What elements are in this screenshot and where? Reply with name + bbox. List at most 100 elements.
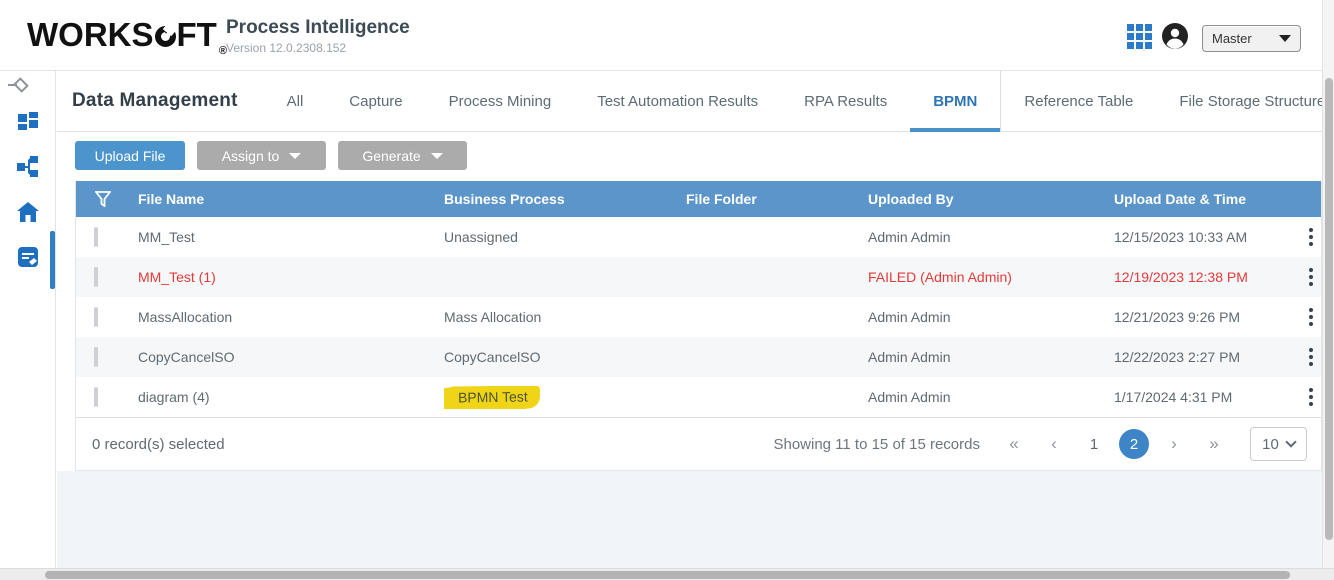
table-row[interactable]: MM_Test Unassigned Admin Admin 12/15/202… (76, 217, 1321, 257)
logo-o-swoosh-icon (155, 26, 176, 47)
tab-reference-table[interactable]: Reference Table (1001, 71, 1156, 131)
col-header-upload-date[interactable]: Upload Date & Time (1114, 191, 1300, 207)
chevron-down-icon (1285, 436, 1296, 447)
main-content: Data Management All Capture Process Mini… (57, 71, 1322, 568)
sidebar-item-process-flow[interactable] (17, 156, 39, 178)
cell-uploaded-by: Admin Admin (868, 229, 1114, 245)
col-header-uploaded-by[interactable]: Uploaded By (868, 191, 1114, 207)
worksoft-logo: WORKSFT® (27, 16, 227, 57)
row-checkbox[interactable] (94, 307, 98, 327)
page-size-value: 10 (1262, 436, 1279, 453)
tab-process-mining[interactable]: Process Mining (426, 71, 575, 131)
app-title: Process Intelligence (226, 17, 410, 39)
files-table: File Name Business Process File Folder U… (75, 181, 1322, 471)
cell-uploaded-by: Admin Admin (868, 349, 1114, 365)
cell-file-name: MassAllocation (138, 309, 444, 325)
cell-business-process: Unassigned (444, 229, 518, 245)
cell-business-process: Mass Allocation (444, 309, 541, 325)
kebab-menu-icon[interactable] (1303, 264, 1319, 290)
sidebar-active-indicator (50, 231, 55, 289)
tab-all[interactable]: All (264, 71, 327, 131)
cell-uploaded-by: Admin Admin (868, 389, 1114, 405)
apps-grid-icon[interactable] (1127, 24, 1152, 49)
cell-file-name: MM_Test (138, 229, 444, 245)
assign-to-button[interactable]: Assign to (197, 141, 326, 170)
tab-label: File Storage Structure (1179, 93, 1325, 110)
cell-file-name: diagram (4) (138, 389, 444, 405)
selected-count-text: 0 record(s) selected (92, 436, 225, 453)
kebab-menu-icon[interactable] (1303, 224, 1319, 250)
vertical-scrollbar[interactable] (1322, 0, 1334, 568)
kebab-menu-icon[interactable] (1303, 344, 1319, 370)
generate-button[interactable]: Generate (338, 141, 467, 170)
sidebar-item-home[interactable] (17, 201, 39, 223)
page-title: Data Management (72, 90, 238, 112)
tab-label: Test Automation Results (597, 93, 758, 110)
tenant-dropdown[interactable]: Master (1202, 25, 1301, 52)
tab-label: RPA Results (804, 93, 887, 110)
tab-rpa-results[interactable]: RPA Results (781, 71, 910, 131)
cell-business-process-highlighted: BPMN Test (444, 386, 540, 409)
cell-file-name: MM_Test (1) (138, 269, 444, 285)
vertical-scrollbar-thumb[interactable] (1325, 78, 1333, 540)
app-title-block: Process Intelligence Version 12.0.2308.1… (226, 17, 410, 55)
tab-file-storage-structure[interactable]: File Storage Structure (1156, 71, 1334, 131)
page-background-lower (57, 471, 1322, 568)
tenant-dropdown-value: Master (1212, 31, 1279, 46)
dropdown-caret-icon (1279, 35, 1291, 42)
kebab-menu-icon[interactable] (1303, 384, 1319, 410)
cell-uploaded-by: Admin Admin (868, 309, 1114, 325)
tab-label: Capture (349, 93, 402, 110)
horizontal-scrollbar-thumb[interactable] (45, 571, 1290, 579)
row-checkbox[interactable] (94, 227, 98, 247)
tab-test-automation-results[interactable]: Test Automation Results (574, 71, 781, 131)
caret-down-icon (431, 153, 443, 159)
page-1-button[interactable]: 1 (1074, 436, 1114, 453)
row-checkbox[interactable] (94, 267, 98, 287)
filter-funnel-icon[interactable] (76, 191, 138, 207)
cell-upload-date: 12/19/2023 12:38 PM (1114, 269, 1300, 285)
row-checkbox[interactable] (94, 347, 98, 367)
cell-business-process: CopyCancelSO (444, 349, 541, 365)
col-header-business-process[interactable]: Business Process (444, 191, 686, 207)
table-row[interactable]: CopyCancelSO CopyCancelSO Admin Admin 12… (76, 337, 1321, 377)
sidebar-item-dashboard[interactable] (17, 111, 39, 133)
cell-uploaded-by: FAILED (Admin Admin) (868, 269, 1114, 285)
tab-bpmn[interactable]: BPMN (910, 71, 1001, 131)
tab-list: All Capture Process Mining Test Automati… (264, 71, 1334, 131)
app-header: WORKSFT® Process Intelligence Version 12… (0, 0, 1334, 71)
app-version: Version 12.0.2308.152 (226, 41, 410, 55)
last-page-button[interactable]: » (1194, 434, 1234, 454)
tab-label: Process Mining (449, 93, 552, 110)
kebab-menu-icon[interactable] (1303, 304, 1319, 330)
table-header-row: File Name Business Process File Folder U… (76, 181, 1321, 217)
page-size-select[interactable]: 10 (1250, 427, 1307, 461)
pin-icon[interactable] (7, 76, 29, 94)
cell-upload-date: 12/15/2023 10:33 AM (1114, 229, 1300, 245)
tab-label: Reference Table (1024, 93, 1133, 110)
cell-upload-date: 12/22/2023 2:27 PM (1114, 349, 1300, 365)
first-page-button[interactable]: « (994, 434, 1034, 454)
next-page-button[interactable]: › (1154, 434, 1194, 454)
tab-label: All (287, 93, 304, 110)
cell-upload-date: 12/21/2023 9:26 PM (1114, 309, 1300, 325)
tab-bar: Data Management All Capture Process Mini… (57, 71, 1322, 132)
row-checkbox[interactable] (94, 387, 98, 407)
showing-records-text: Showing 11 to 15 of 15 records (773, 436, 980, 453)
horizontal-scrollbar[interactable] (0, 568, 1334, 580)
table-row[interactable]: MM_Test (1) FAILED (Admin Admin) 12/19/2… (76, 257, 1321, 297)
user-avatar-icon[interactable] (1162, 23, 1188, 49)
caret-down-icon (289, 153, 301, 159)
tab-label: BPMN (933, 93, 977, 110)
sidebar-item-notes[interactable] (17, 246, 39, 268)
cell-upload-date: 1/17/2024 4:31 PM (1114, 389, 1300, 405)
upload-file-button[interactable]: Upload File (75, 141, 185, 170)
prev-page-button[interactable]: ‹ (1034, 434, 1074, 454)
table-row[interactable]: MassAllocation Mass Allocation Admin Adm… (76, 297, 1321, 337)
table-row[interactable]: diagram (4) BPMN Test Admin Admin 1/17/2… (76, 377, 1321, 417)
col-header-file-name[interactable]: File Name (138, 191, 444, 207)
col-header-file-folder[interactable]: File Folder (686, 191, 868, 207)
tab-capture[interactable]: Capture (326, 71, 425, 131)
page-2-button-active[interactable]: 2 (1119, 429, 1149, 459)
table-body: MM_Test Unassigned Admin Admin 12/15/202… (76, 217, 1321, 417)
